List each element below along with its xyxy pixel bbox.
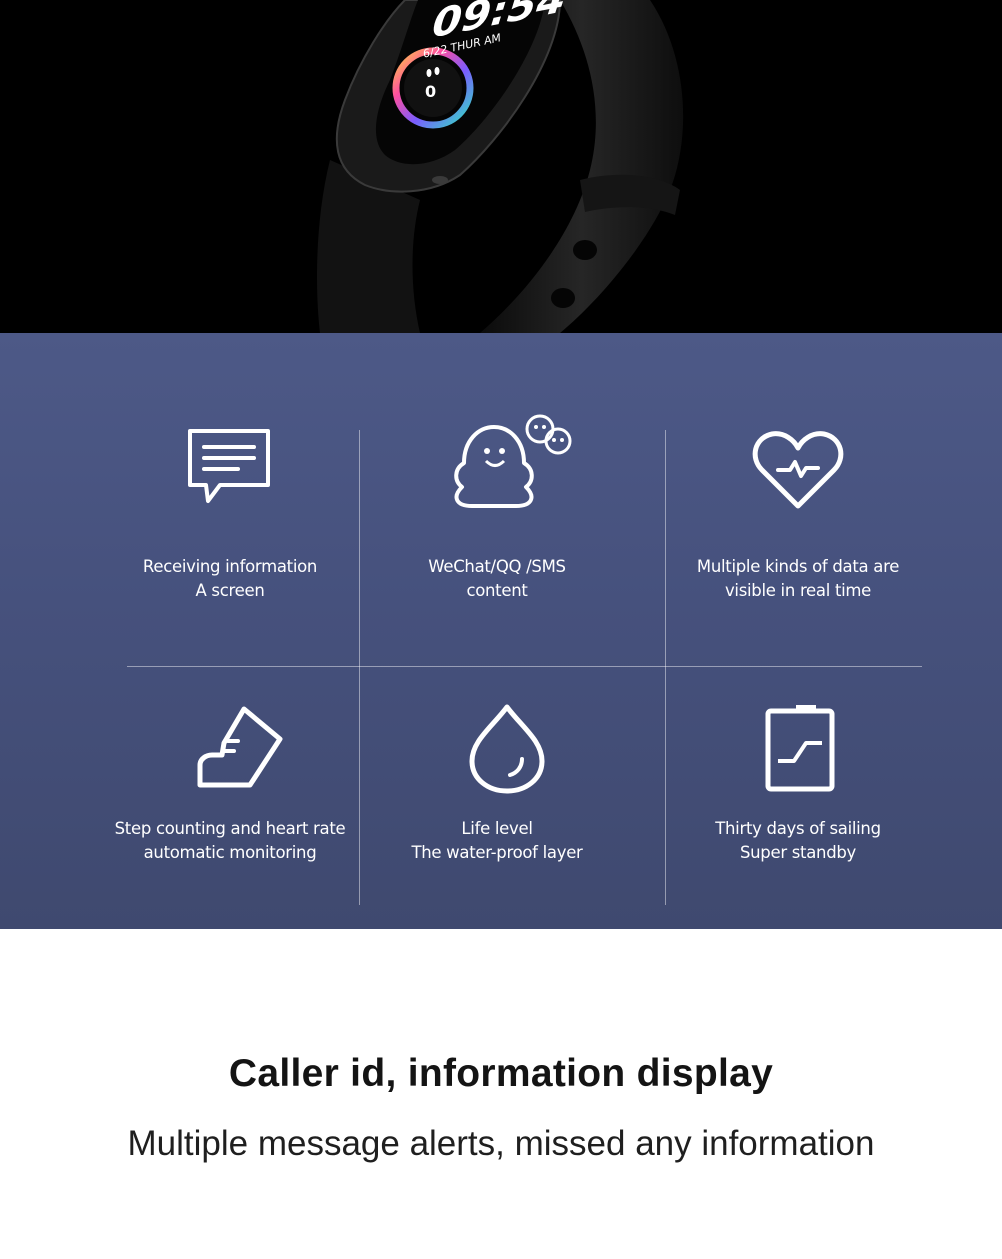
feature-label-line1: Multiple kinds of data are	[696, 557, 900, 576]
message-bubble-icon	[80, 423, 380, 523]
shoe-icon	[80, 703, 380, 803]
feature-label-line2: automatic monitoring	[143, 843, 317, 862]
feature-label-line2: The water-proof layer	[411, 843, 583, 862]
water-drop-icon	[347, 701, 647, 801]
feature-label-line2: Super standby	[739, 843, 857, 862]
caption-subtitle: Multiple message alerts, missed any info…	[127, 1124, 875, 1163]
feature-label-line2: visible in real time	[724, 581, 872, 600]
feature-label-line1: Step counting and heart rate	[114, 819, 346, 838]
grid-divider-horizontal	[127, 666, 922, 667]
product-hero-image: 09:54 6/22 THUR AM 0	[0, 0, 1002, 333]
feature-label-line1: Receiving information	[142, 557, 318, 576]
battery-icon	[648, 703, 948, 803]
feature-label-line2: A screen	[195, 581, 265, 600]
feature-label-line1: Thirty days of sailing	[715, 819, 881, 838]
feature-label-line1: Life level	[461, 819, 533, 838]
watch-step-count: 0	[425, 82, 436, 101]
smart-band-illustration: 09:54 6/22 THUR AM 0	[317, 0, 684, 333]
feature-label-line1: WeChat/QQ /SMS	[428, 557, 566, 576]
feature-grid: Receiving information A screen WeChat/QQ…	[0, 333, 1002, 929]
caption-title: Caller id, information display	[228, 1052, 774, 1095]
caption-section: Caller id, information display Multiple …	[0, 929, 1002, 1259]
penguin-chat-icon	[347, 411, 647, 511]
heart-pulse-icon	[648, 428, 948, 528]
feature-label-line2: content	[466, 581, 528, 600]
